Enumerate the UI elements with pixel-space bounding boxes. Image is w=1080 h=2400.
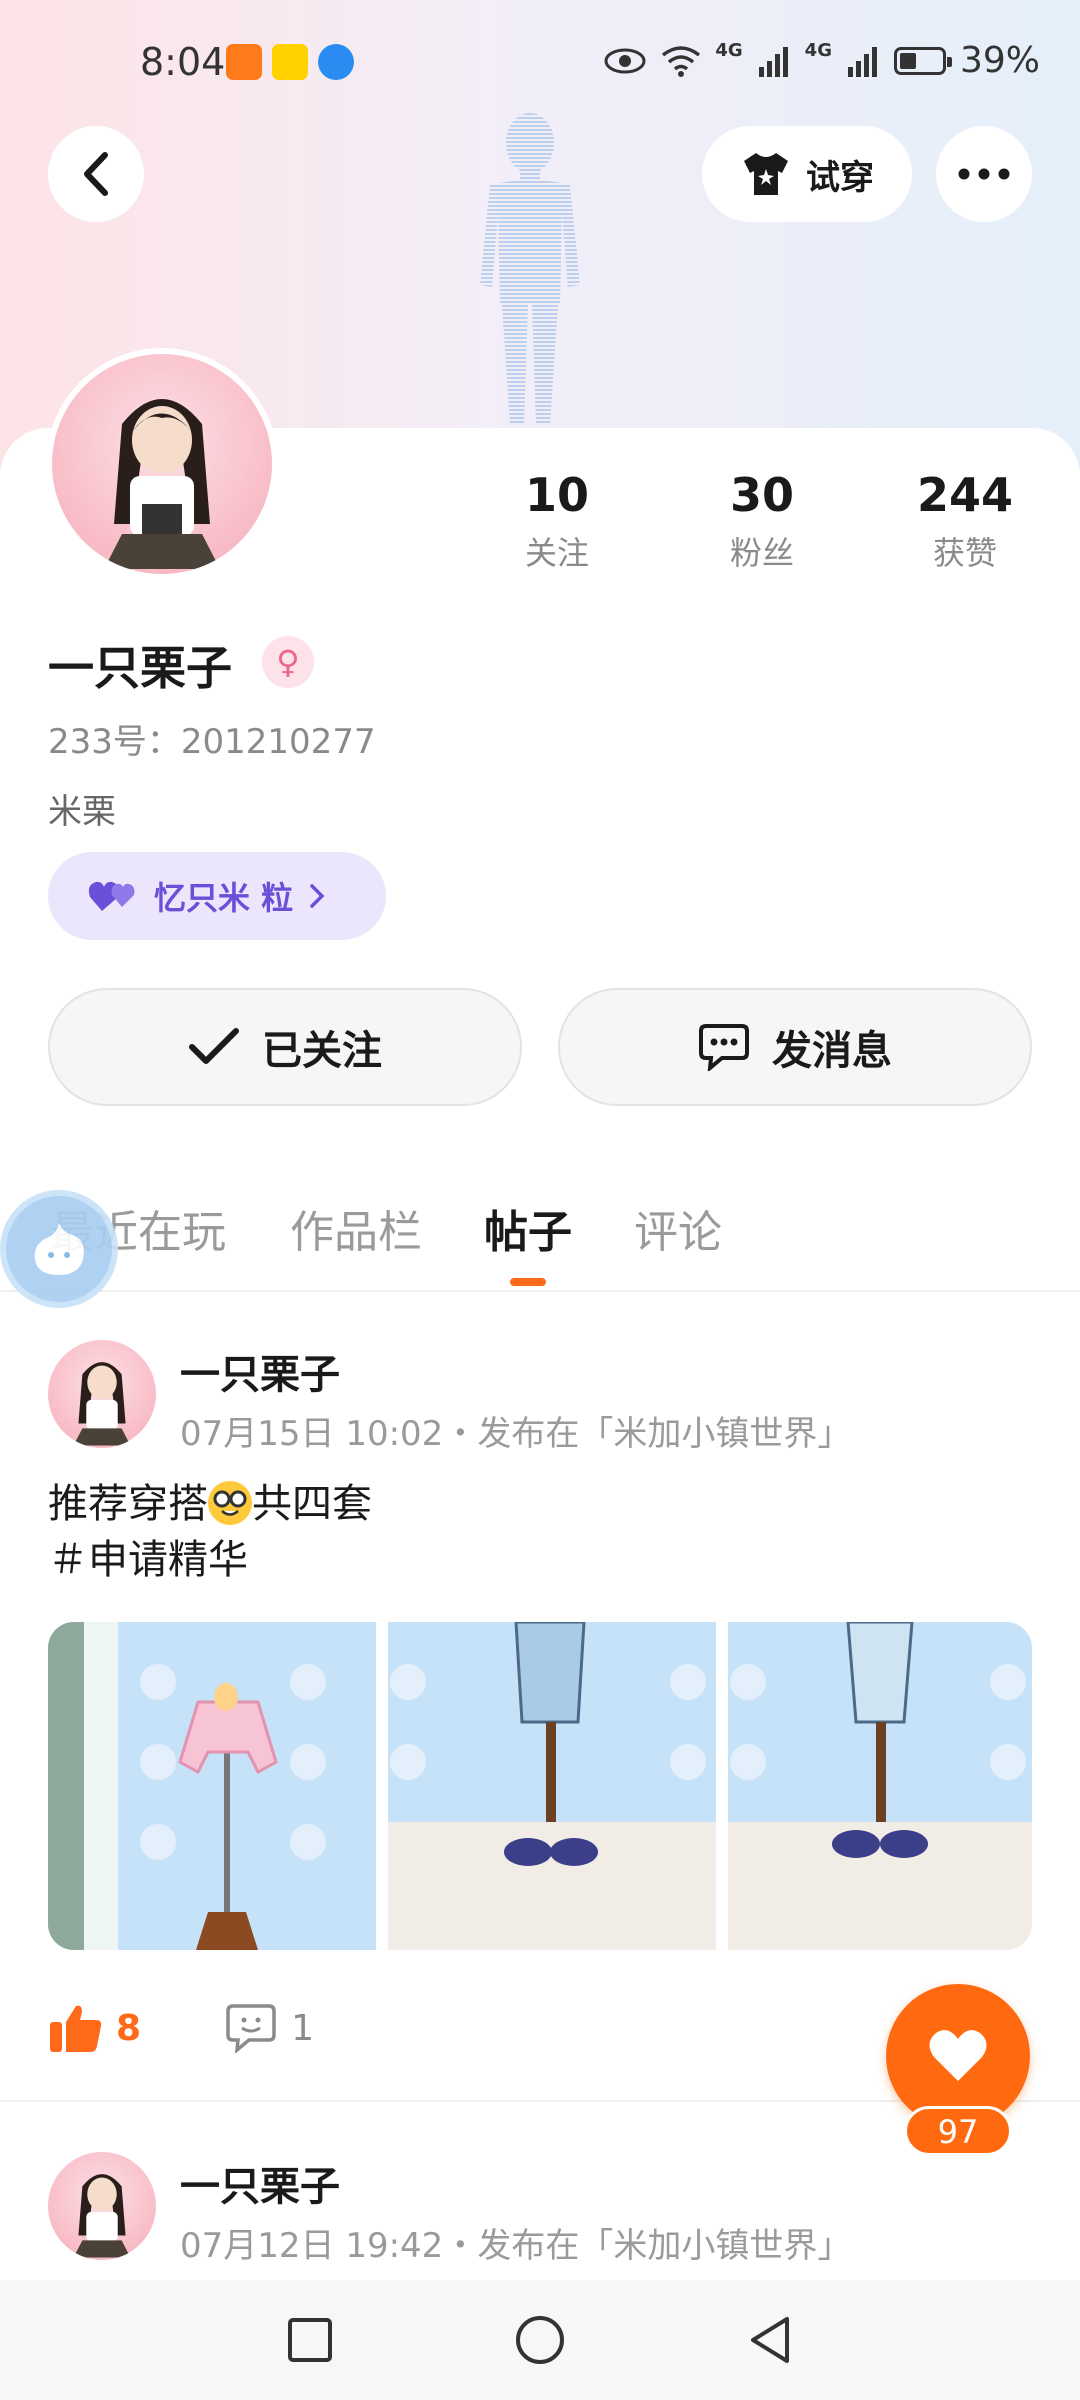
battery-percent: 39% [959, 40, 1040, 81]
chevron-left-icon [84, 152, 108, 196]
post-author-name[interactable]: 一只栗子 [180, 2154, 340, 2212]
tab-comments[interactable]: 评论 [634, 1196, 722, 1260]
notification-app-icon [272, 44, 308, 80]
signal-icon-1 [758, 46, 788, 77]
avatar-character-image [104, 399, 220, 569]
more-options-button[interactable] [936, 126, 1032, 222]
post-image-3[interactable] [728, 1622, 1032, 1950]
recent-apps-button[interactable] [280, 2310, 340, 2370]
following-label: 关注 [524, 534, 589, 572]
back-nav-button[interactable] [740, 2310, 800, 2370]
battery-icon [893, 46, 952, 75]
post-actions: 8 1 [48, 2002, 314, 2054]
checkmark-icon [189, 1028, 239, 1064]
post-text-part: 共四套 [252, 1481, 372, 1527]
mascot-icon [34, 1223, 84, 1275]
comment-button[interactable]: 1 [225, 2003, 314, 2053]
post-text-part: 推荐穿搭 [48, 1481, 208, 1527]
user-id: 233号：201210277 [48, 722, 376, 762]
browser-app-icon [318, 44, 354, 80]
likes-received-count: 244 [916, 468, 1014, 522]
likes-received-label: 获赞 [932, 534, 997, 572]
status-time: 8:04 [140, 40, 226, 84]
profile-tabs: 最近在玩 作品栏 帖子 评论 [0, 1186, 1080, 1292]
profile-avatar[interactable] [46, 348, 278, 580]
group-tag-label: 忆只米 粒 [154, 879, 294, 917]
send-message-label: 发消息 [772, 1028, 892, 1074]
send-message-button[interactable]: 发消息 [558, 988, 1032, 1106]
stat-following[interactable]: 10 关注 [472, 468, 642, 574]
followers-label: 粉丝 [729, 534, 794, 572]
tab-works[interactable]: 作品栏 [290, 1196, 422, 1260]
tshirt-icon [744, 153, 788, 195]
taobao-app-icon [226, 44, 262, 80]
try-on-label: 试穿 [806, 157, 874, 198]
following-button[interactable]: 已关注 [48, 988, 522, 1106]
eye-icon [604, 48, 646, 73]
fab-like-count: 97 [904, 2106, 1012, 2156]
post-author-name[interactable]: 一只栗子 [180, 1342, 340, 1400]
following-button-label: 已关注 [262, 1028, 382, 1074]
post-avatar-image [73, 1362, 131, 1446]
active-tab-indicator [510, 1278, 546, 1286]
post-author-avatar[interactable] [48, 1340, 156, 1448]
nerd-emoji-icon [208, 1481, 252, 1525]
network-type-2: 4G [804, 40, 832, 61]
network-type-1: 4G [715, 40, 743, 61]
profile-bio: 米栗 [48, 792, 116, 832]
triangle-back-icon [751, 2317, 789, 2363]
floating-assistant-bubble[interactable] [0, 1190, 118, 1308]
avatar-hologram-figure [480, 113, 580, 425]
group-tag-pill[interactable]: 忆只米 粒 [48, 852, 386, 940]
post-image-2[interactable] [388, 1622, 716, 1950]
chevron-right-icon [310, 884, 325, 908]
heart-icon [929, 2030, 987, 2081]
post-image-1[interactable] [48, 1622, 376, 1950]
home-button[interactable] [510, 2310, 570, 2370]
wifi-icon [662, 45, 701, 77]
try-on-button[interactable]: 试穿 [702, 126, 912, 222]
thumbs-up-icon [50, 2005, 102, 2052]
profile-username: 一只栗子 [48, 641, 232, 695]
post-content[interactable]: 推荐穿搭 共四套 ＃申请精华 [48, 1476, 372, 1588]
status-bar: 8:04 4G 4G 39% [0, 0, 1080, 130]
double-heart-icon [88, 881, 135, 911]
post-meta: 07月12日 19:42・发布在「米加小镇世界」 [180, 2226, 852, 2266]
female-gender-icon: ♀ [262, 636, 314, 688]
more-dots-icon [958, 168, 1010, 180]
tab-posts[interactable]: 帖子 [484, 1196, 572, 1260]
like-button[interactable]: 8 [48, 2002, 141, 2054]
post-avatar-image [73, 2174, 131, 2258]
like-count: 8 [116, 2007, 142, 2049]
stat-followers[interactable]: 30 粉丝 [677, 468, 847, 574]
stat-likes[interactable]: 244 获赞 [880, 468, 1050, 574]
post-author-avatar[interactable] [48, 2152, 156, 2260]
post-meta: 07月15日 10:02・发布在「米加小镇世界」 [180, 1414, 852, 1454]
following-count: 10 [524, 468, 589, 522]
followers-count: 30 [729, 468, 794, 522]
circle-icon [516, 2316, 564, 2364]
back-button[interactable] [48, 126, 144, 222]
square-icon [288, 2318, 332, 2362]
signal-icon-2 [847, 46, 877, 77]
comment-icon [226, 2004, 276, 2053]
chat-bubble-icon [699, 1024, 749, 1071]
post-hashtag[interactable]: ＃申请精华 [48, 1537, 248, 1583]
comment-count: 1 [291, 2007, 314, 2049]
